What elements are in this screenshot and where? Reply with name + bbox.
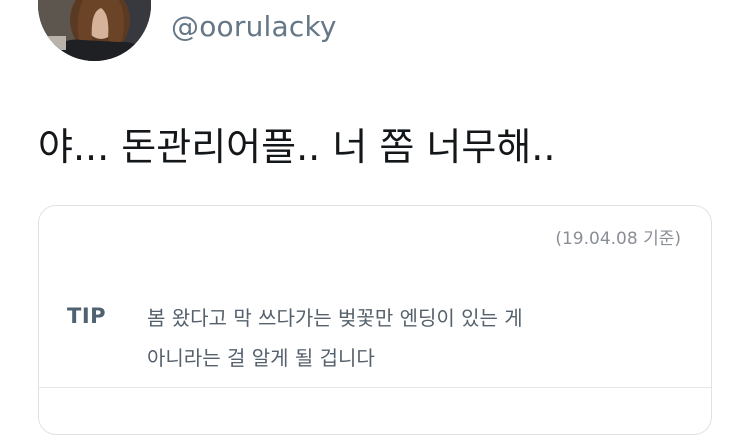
tip-label: TIP <box>67 304 107 328</box>
user-handle[interactable]: @oorulacky <box>171 10 337 44</box>
tip-card[interactable]: (19.04.08 기준) TIP 봄 왔다고 막 쓰다가는 벚꽃만 엔딩이 있… <box>38 205 712 435</box>
tip-line: 봄 왔다고 막 쓰다가는 벚꽃만 엔딩이 있는 게 <box>147 306 523 330</box>
card-divider <box>39 387 711 388</box>
tweet-text: 야... 돈관리어플.. 너 쫌 너무해.. <box>38 125 556 169</box>
avatar[interactable] <box>38 0 151 61</box>
card-date: (19.04.08 기준) <box>555 229 681 249</box>
tip-text: 봄 왔다고 막 쓰다가는 벚꽃만 엔딩이 있는 게 아니라는 걸 알게 될 겁니… <box>147 298 523 378</box>
profile-photo-icon <box>38 0 151 61</box>
tip-line: 아니라는 걸 알게 될 겁니다 <box>147 346 375 370</box>
